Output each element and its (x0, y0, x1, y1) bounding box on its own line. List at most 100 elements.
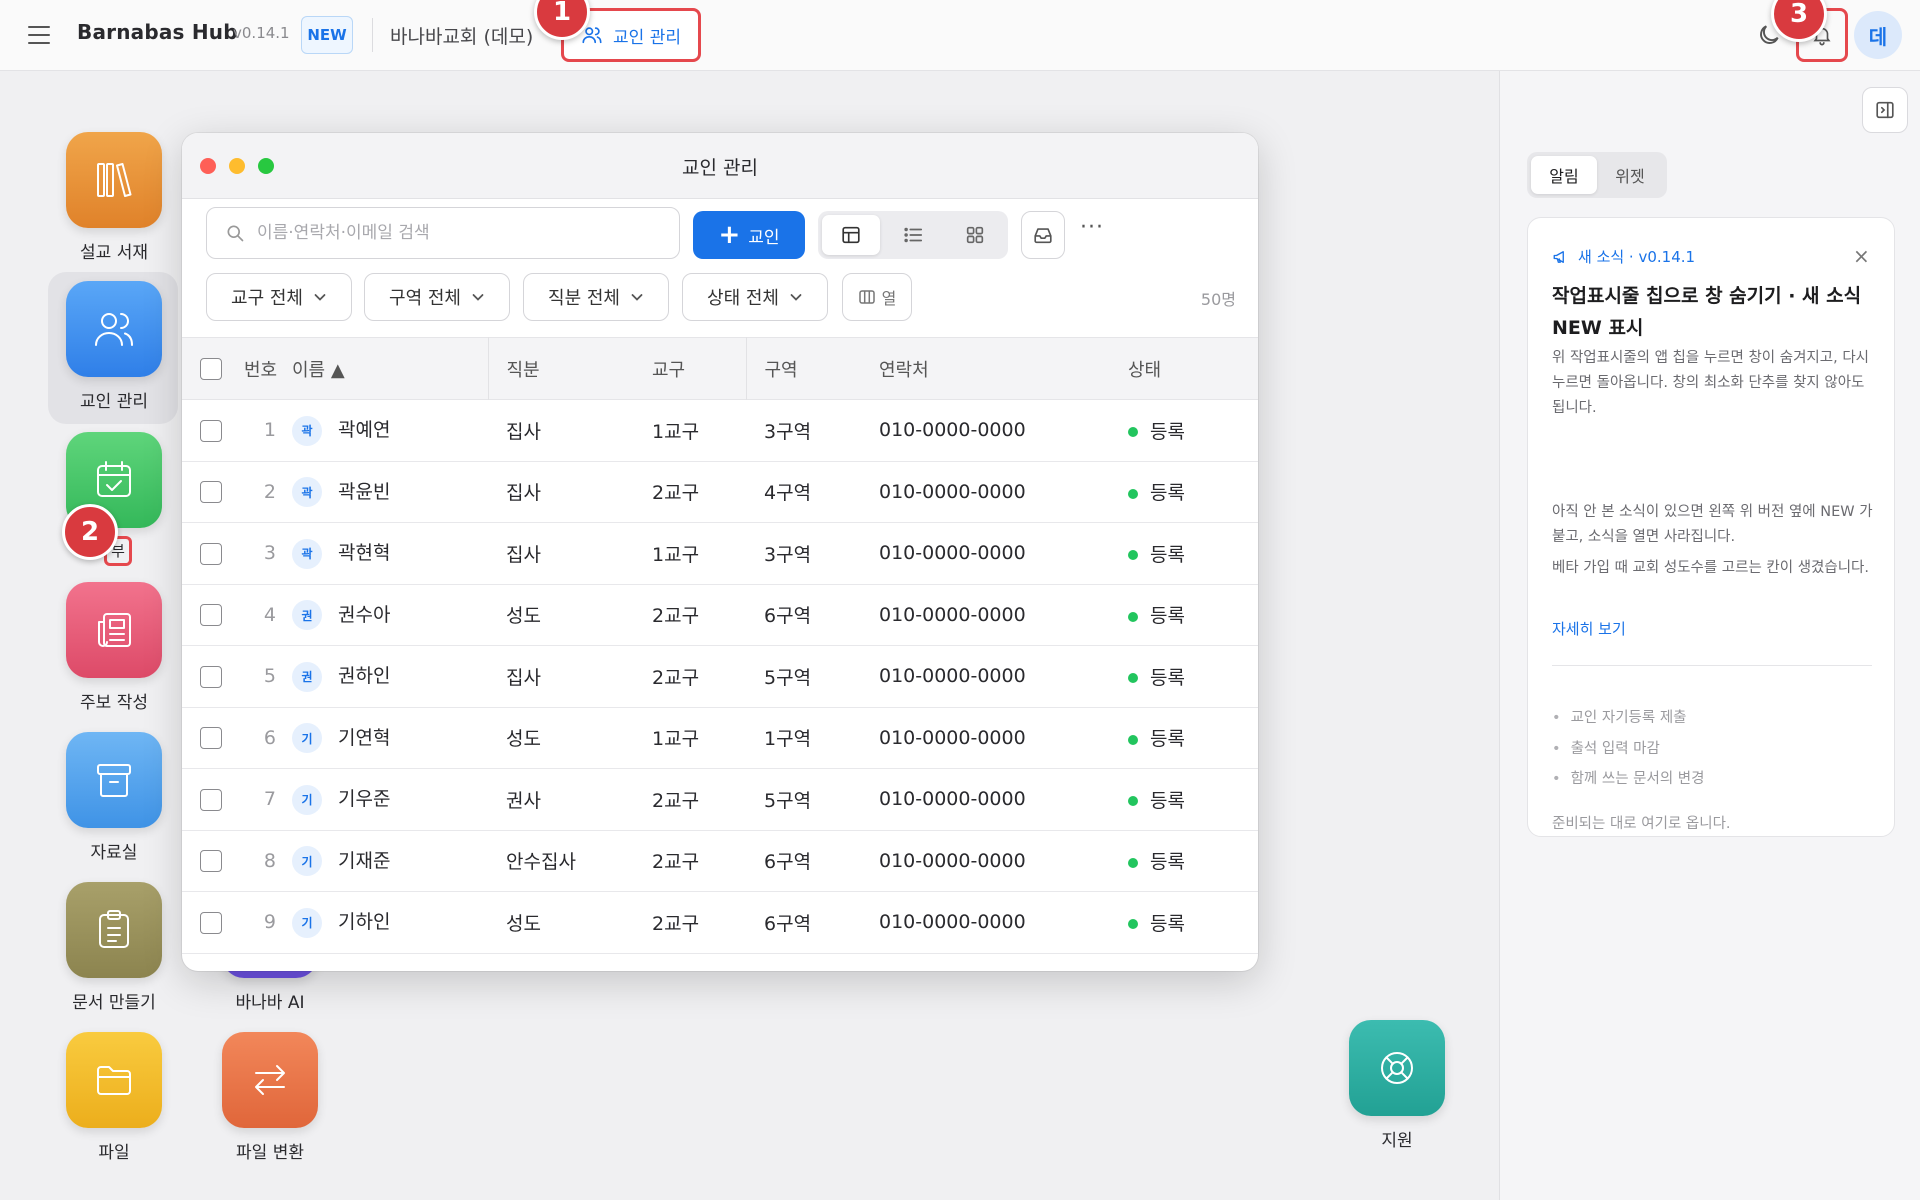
news-card: 새 소식 · v0.14.1 × 작업표시줄 칩으로 창 숨기기 · 새 소식 … (1527, 217, 1895, 837)
member-zone: 6구역 (764, 605, 812, 628)
row-checkbox[interactable] (200, 542, 222, 565)
member-phone: 010-0000-0000 (879, 419, 1026, 442)
member-zone: 6구역 (764, 912, 812, 935)
select-all-checkbox[interactable] (200, 357, 222, 380)
header-role[interactable]: 직분 (488, 338, 634, 400)
church-name[interactable]: 바나바교회 (데모) (390, 22, 533, 49)
filter-zone[interactable]: 구역 전체 (364, 273, 510, 321)
row-checkbox[interactable] (200, 419, 222, 442)
row-checkbox[interactable] (200, 481, 222, 503)
table-row[interactable]: 4 권 권수아 성도 2교구 6구역 010-0000-0000 등록 (182, 584, 1258, 646)
member-status: 등록 (1150, 420, 1185, 443)
app-files[interactable]: 파일 (44, 1032, 184, 1163)
status-dot (1128, 488, 1138, 499)
chevron-down-icon (631, 294, 643, 301)
app-members[interactable]: 교인 관리 (44, 281, 184, 412)
member-name[interactable]: 곽윤빈 (338, 481, 390, 503)
header-no[interactable]: 번호 (244, 338, 288, 400)
app-tile[interactable] (66, 732, 162, 828)
table-row[interactable]: 8 기 기재준 안수집사 2교구 6구역 010-0000-0000 등록 (182, 830, 1258, 892)
app-sermon-library[interactable]: 설교 서재 (44, 132, 184, 263)
tab-widgets[interactable]: 위젯 (1597, 156, 1663, 194)
tab-notifications[interactable]: 알림 (1531, 156, 1597, 194)
grid-view-button[interactable] (946, 215, 1004, 255)
new-badge[interactable]: NEW (301, 16, 353, 54)
row-checkbox[interactable] (200, 850, 222, 872)
calendar-check-icon (97, 461, 131, 497)
member-name[interactable]: 곽현혁 (338, 542, 390, 564)
table-row[interactable]: 3 곽 곽현혁 집사 1교구 3구역 010-0000-0000 등록 (182, 523, 1258, 584)
add-member-button[interactable]: + 교인 (693, 211, 805, 259)
filter-bar: 교구 전체 구역 전체 직분 전체 상태 전체 열 50명 (182, 269, 1258, 337)
header-phone[interactable]: 연락처 (861, 338, 1128, 400)
app-tile[interactable] (1349, 1020, 1445, 1116)
member-status: 등록 (1150, 851, 1185, 874)
table-row[interactable]: 5 권 권하인 집사 2교구 5구역 010-0000-0000 등록 (182, 646, 1258, 707)
app-bulletin[interactable]: 주보 작성 (44, 582, 184, 713)
app-label: 문서 만들기 (72, 993, 156, 1013)
grid-icon (966, 226, 984, 244)
upcoming-item: 출석 입력 마감 (1552, 737, 1660, 758)
table-row[interactable]: 7 기 기우준 권사 2교구 5구역 010-0000-0000 등록 (182, 769, 1258, 830)
member-parish: 1교구 (652, 420, 700, 443)
table-icon (842, 226, 860, 244)
member-name[interactable]: 기연혁 (338, 727, 390, 749)
app-tile[interactable] (66, 882, 162, 978)
app-tile[interactable] (66, 132, 162, 228)
table-row[interactable]: 2 곽 곽윤빈 집사 2교구 4구역 010-0000-0000 등록 (182, 461, 1258, 523)
member-name[interactable]: 권수아 (338, 604, 390, 626)
hamburger-menu-icon[interactable] (28, 26, 50, 44)
news-tag-label: 새 소식 · v0.14.1 (1578, 248, 1696, 266)
row-checkbox[interactable] (200, 911, 222, 934)
member-name[interactable]: 기하인 (338, 911, 390, 933)
row-number: 3 (263, 542, 276, 565)
member-initial-avatar: 곽 (292, 477, 322, 507)
close-icon[interactable]: × (1853, 244, 1870, 268)
swap-arrows-icon (255, 1065, 285, 1095)
more-options-button[interactable]: ··· (1080, 215, 1104, 240)
header-zone[interactable]: 구역 (746, 338, 861, 400)
lifebuoy-icon (1381, 1052, 1413, 1084)
user-avatar[interactable]: 데 (1854, 11, 1902, 59)
inbox-button[interactable] (1021, 211, 1065, 259)
app-tile[interactable] (66, 582, 162, 678)
read-more-link[interactable]: 자세히 보기 (1552, 618, 1626, 639)
search-input[interactable] (257, 223, 657, 243)
filter-label: 구역 전체 (389, 288, 461, 309)
app-file-convert[interactable]: 파일 변환 (200, 1032, 340, 1163)
row-checkbox[interactable] (200, 788, 222, 811)
table-row[interactable]: 9 기 기하인 성도 2교구 6구역 010-0000-0000 등록 (182, 892, 1258, 953)
app-tile[interactable] (66, 1032, 162, 1128)
app-support[interactable]: 지원 (1327, 1020, 1467, 1151)
filter-parish[interactable]: 교구 전체 (206, 273, 352, 321)
row-checkbox[interactable] (200, 604, 222, 626)
list-view-button[interactable] (884, 215, 942, 255)
app-document-maker[interactable]: 문서 만들기 (44, 882, 184, 1013)
header-parish[interactable]: 교구 (634, 337, 747, 400)
filter-status[interactable]: 상태 전체 (682, 273, 828, 321)
member-name[interactable]: 기재준 (338, 850, 390, 872)
members-table: 번호 이름 ▲ 직분 교구 구역 연락처 상태 1 곽 곽예연 집사 1교구 3구역 010… (182, 337, 1258, 954)
app-tile[interactable] (66, 281, 162, 377)
filter-role[interactable]: 직분 전체 (523, 273, 669, 321)
top-bar: Barnabas Hub v0.14.1 NEW 바나바교회 (데모) 교인 관… (0, 0, 1920, 71)
collapse-panel-button[interactable] (1862, 87, 1908, 133)
table-row[interactable]: 6 기 기연혁 성도 1교구 1구역 010-0000-0000 등록 (182, 707, 1258, 769)
member-name[interactable]: 곽예연 (338, 419, 390, 441)
app-archive[interactable]: 자료실 (44, 732, 184, 863)
table-row[interactable]: 1 곽 곽예연 집사 1교구 3구역 010-0000-0000 등록 (182, 400, 1258, 461)
app-tile[interactable] (222, 1032, 318, 1128)
columns-button[interactable]: 열 (842, 273, 912, 321)
filter-label: 직분 전체 (548, 288, 620, 309)
header-status[interactable]: 상태 (1128, 338, 1258, 400)
table-view-button[interactable] (822, 215, 880, 255)
row-checkbox[interactable] (200, 665, 222, 688)
header-name[interactable]: 이름 ▲ (288, 337, 489, 400)
member-name[interactable]: 기우준 (338, 788, 390, 810)
chevron-down-icon (314, 294, 326, 301)
members-window: 교인 관리 + 교인 ··· 교구 전체 (182, 133, 1258, 971)
search-box[interactable] (206, 207, 680, 259)
window-titlebar[interactable]: 교인 관리 (182, 133, 1258, 199)
row-checkbox[interactable] (200, 727, 222, 749)
member-name[interactable]: 권하인 (338, 665, 390, 687)
